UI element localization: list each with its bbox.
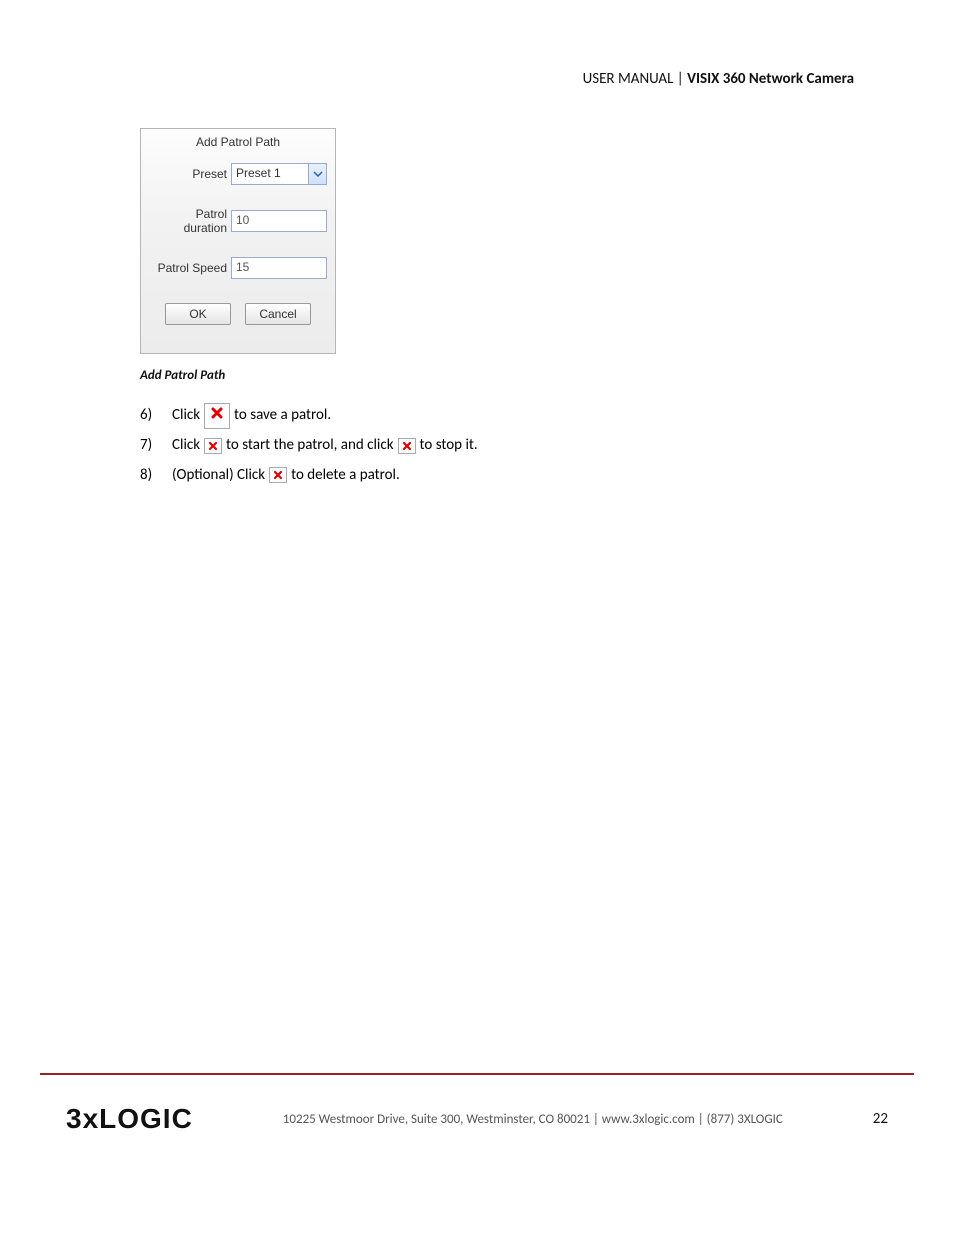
step-6-text-2: to save a patrol. xyxy=(234,403,331,429)
duration-row: Patrol duration 10 xyxy=(141,203,335,253)
instruction-steps: 6) Click to save a patrol. 7) Click to s… xyxy=(140,403,854,488)
speed-value: 15 xyxy=(236,260,249,274)
footer-separator xyxy=(40,1073,914,1075)
speed-label: Patrol Speed xyxy=(149,261,231,275)
dialog-title: Add Patrol Path xyxy=(141,129,335,159)
step-7-text-1: Click xyxy=(172,433,200,459)
header-title: VISIX 360 Network Camera xyxy=(687,70,854,88)
step-7: 7) Click to start the patrol, and click … xyxy=(140,433,854,459)
add-patrol-path-dialog: Add Patrol Path Preset Preset 1 Patrol d… xyxy=(140,128,336,354)
step-6-text-1: Click xyxy=(172,403,200,429)
footer-text: 10225 Westmoor Drive, Suite 300, Westmin… xyxy=(193,1112,873,1127)
speed-input[interactable]: 15 xyxy=(231,257,327,279)
preset-select[interactable]: Preset 1 xyxy=(231,163,327,185)
header-prefix: USER MANUAL | xyxy=(583,70,688,88)
chevron-down-icon[interactable] xyxy=(308,164,326,184)
preset-label: Preset xyxy=(149,167,231,181)
preset-value: Preset 1 xyxy=(232,164,308,184)
step-7-num: 7) xyxy=(140,433,172,459)
page-number: 22 xyxy=(873,1110,888,1128)
figure-caption: Add Patrol Path xyxy=(140,368,854,383)
step-8-text-2: to delete a patrol. xyxy=(291,463,400,489)
preset-row: Preset Preset 1 xyxy=(141,159,335,203)
step-8-text-1: (Optional) Click xyxy=(172,463,265,489)
start-patrol-icon[interactable] xyxy=(204,438,222,454)
logo: 3xLOGIC xyxy=(66,1103,193,1135)
page-footer: 3xLOGIC 10225 Westmoor Drive, Suite 300,… xyxy=(40,1103,914,1135)
step-8: 8) (Optional) Click to delete a patrol. xyxy=(140,463,854,489)
stop-patrol-icon[interactable] xyxy=(398,438,416,454)
save-patrol-icon[interactable] xyxy=(204,403,230,429)
step-7-text-2: to start the patrol, and click xyxy=(226,433,393,459)
step-7-text-3: to stop it. xyxy=(420,433,478,459)
speed-row: Patrol Speed 15 xyxy=(141,253,335,297)
duration-value: 10 xyxy=(236,213,249,227)
step-6: 6) Click to save a patrol. xyxy=(140,403,854,429)
ok-button[interactable]: OK xyxy=(165,303,231,325)
duration-label: Patrol duration xyxy=(149,207,231,235)
step-6-num: 6) xyxy=(140,403,172,429)
cancel-button[interactable]: Cancel xyxy=(245,303,311,325)
duration-input[interactable]: 10 xyxy=(231,210,327,232)
delete-patrol-icon[interactable] xyxy=(269,467,287,483)
dialog-buttons: OK Cancel xyxy=(141,297,335,325)
step-8-num: 8) xyxy=(140,463,172,489)
page-header: USER MANUAL | VISIX 360 Network Camera xyxy=(100,70,854,88)
